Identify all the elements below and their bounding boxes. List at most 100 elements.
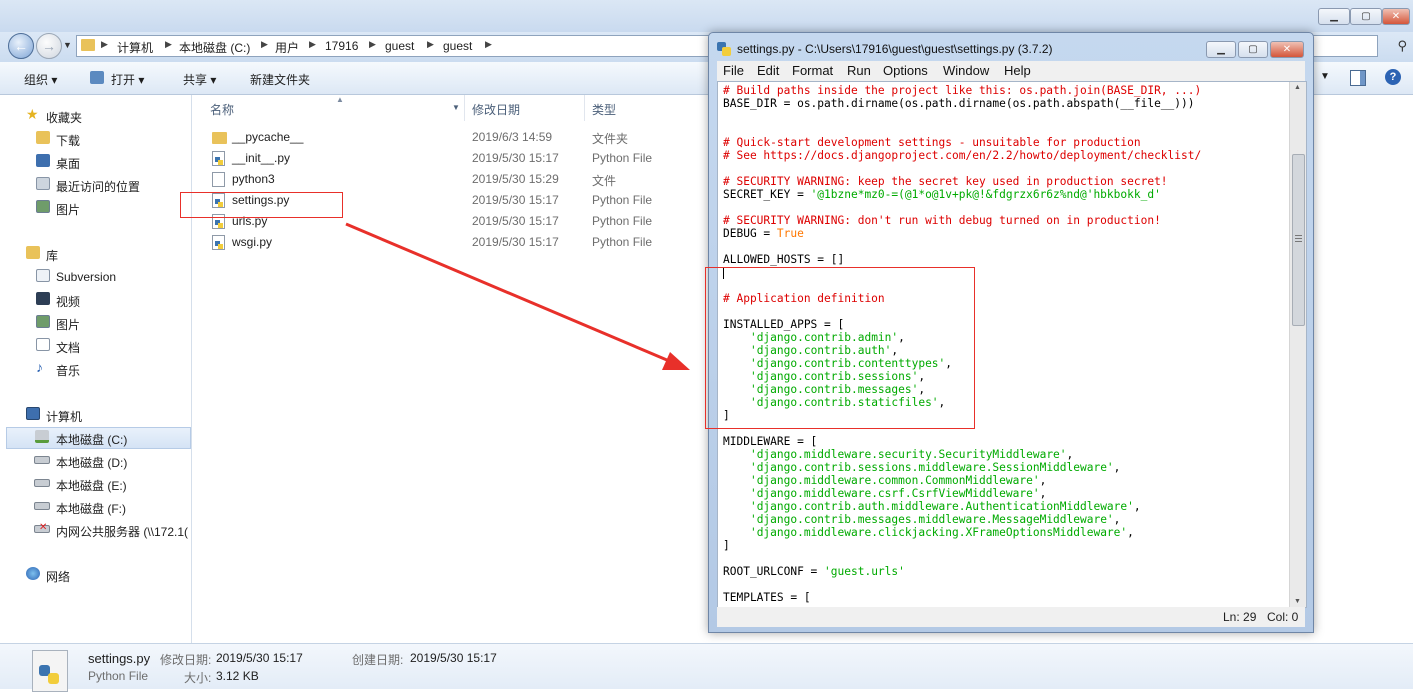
breadcrumb-guest[interactable]: guest bbox=[385, 39, 414, 53]
breadcrumb-separator-icon: ▶ bbox=[101, 39, 108, 49]
view-options-chevron-icon[interactable]: ▼ bbox=[1320, 71, 1330, 82]
idle-maximize-button[interactable]: ▢ bbox=[1238, 41, 1268, 58]
pictures-icon bbox=[36, 315, 50, 328]
sidebar-item-drive-f[interactable]: 本地磁盘 (F:) bbox=[0, 496, 191, 518]
details-filename: settings.py bbox=[88, 651, 151, 666]
idle-close-button[interactable]: ✕ bbox=[1270, 41, 1304, 58]
idle-menubar: File Edit Format Run Options Window Help bbox=[717, 61, 1305, 81]
sidebar-computer-header[interactable]: 计算机 bbox=[0, 404, 191, 426]
file-name: wsgi.py bbox=[232, 235, 273, 249]
forward-button[interactable]: → bbox=[36, 33, 62, 59]
desktop-icon bbox=[36, 154, 50, 167]
menu-run[interactable]: Run bbox=[847, 63, 871, 78]
back-button[interactable]: ← bbox=[8, 33, 34, 59]
python-file-large-icon bbox=[32, 650, 68, 692]
share-button[interactable]: 共享 ▾ bbox=[183, 71, 216, 88]
sidebar-libraries-header[interactable]: 库 bbox=[0, 243, 191, 265]
breadcrumb-guest-current[interactable]: guest bbox=[443, 39, 472, 53]
explorer-titlebar: ▁ ▢ ✕ bbox=[0, 0, 1413, 32]
sidebar-item-subversion[interactable]: Subversion bbox=[0, 266, 191, 288]
details-type: Python File bbox=[88, 669, 149, 683]
breadcrumb-separator-icon: ▶ bbox=[309, 39, 316, 49]
music-icon: ♪ bbox=[36, 359, 43, 375]
breadcrumb-users[interactable]: 用户 bbox=[275, 39, 299, 56]
idle-minimize-button[interactable]: ▁ bbox=[1206, 41, 1236, 58]
sidebar-item-videos[interactable]: 视频 bbox=[0, 289, 191, 311]
column-header-label: 类型 bbox=[592, 103, 617, 117]
vertical-scrollbar[interactable]: ▲ ▼ bbox=[1289, 82, 1306, 607]
sidebar-item-desktop[interactable]: 桌面 bbox=[0, 151, 191, 173]
sidebar-network-header[interactable]: 网络 bbox=[0, 564, 191, 586]
highlight-box-installed-apps bbox=[705, 267, 975, 429]
column-header-date[interactable]: 修改日期 bbox=[464, 95, 585, 121]
menu-options[interactable]: Options bbox=[883, 63, 928, 78]
annotation-arrow bbox=[345, 222, 690, 370]
minimize-button[interactable]: ▁ bbox=[1318, 8, 1350, 25]
file-row[interactable]: python3 2019/5/30 15:29 文件 bbox=[204, 169, 704, 190]
sidebar-item-label: 下载 bbox=[56, 134, 81, 148]
sidebar-item-drive-e[interactable]: 本地磁盘 (E:) bbox=[0, 473, 191, 495]
recent-pages-chevron-icon[interactable]: ▼ bbox=[63, 40, 72, 50]
details-size-value: 3.12 KB bbox=[216, 669, 259, 683]
breadcrumb-user-folder[interactable]: 17916 bbox=[325, 39, 358, 53]
file-type: 文件夹 bbox=[592, 132, 629, 146]
file-type: Python File bbox=[592, 151, 653, 165]
sidebar-item-label: 本地磁盘 (F:) bbox=[56, 502, 126, 516]
breadcrumb-computer[interactable]: 计算机 bbox=[117, 39, 153, 56]
scroll-up-icon[interactable]: ▲ bbox=[1294, 84, 1301, 91]
idle-window-title: settings.py - C:\Users\17916\guest\guest… bbox=[737, 42, 1053, 56]
preview-pane-icon[interactable] bbox=[1350, 70, 1366, 86]
sidebar-item-documents[interactable]: 文档 bbox=[0, 335, 191, 357]
sidebar-item-music[interactable]: ♪ 音乐 bbox=[0, 358, 191, 380]
sidebar-section-label: 收藏夹 bbox=[46, 111, 83, 125]
new-folder-button[interactable]: 新建文件夹 bbox=[250, 71, 310, 88]
library-icon bbox=[26, 246, 40, 259]
arrow-head bbox=[662, 352, 690, 370]
sidebar-item-drive-c[interactable]: 本地磁盘 (C:) bbox=[6, 427, 191, 449]
file-date: 2019/6/3 14:59 bbox=[472, 130, 553, 144]
maximize-button[interactable]: ▢ bbox=[1350, 8, 1382, 25]
close-button[interactable]: ✕ bbox=[1382, 8, 1410, 25]
file-row[interactable]: __pycache__ 2019/6/3 14:59 文件夹 bbox=[204, 127, 704, 148]
column-header-type[interactable]: 类型 bbox=[584, 95, 712, 121]
scroll-down-icon[interactable]: ▼ bbox=[1294, 598, 1301, 605]
highlight-box-settings-file bbox=[180, 192, 343, 218]
help-icon[interactable]: ? bbox=[1385, 69, 1401, 85]
column-dropdown-icon[interactable]: ▼ bbox=[452, 103, 460, 112]
drive-icon bbox=[34, 456, 50, 464]
drive-icon bbox=[34, 479, 50, 487]
sidebar-item-label: 本地磁盘 (C:) bbox=[56, 433, 128, 447]
sidebar-item-label: 桌面 bbox=[56, 157, 81, 171]
details-modified-value: 2019/5/30 15:17 bbox=[216, 651, 303, 665]
file-row[interactable]: __init__.py 2019/5/30 15:17 Python File bbox=[204, 148, 704, 169]
file-date: 2019/5/30 15:17 bbox=[472, 193, 559, 207]
breadcrumb-drive-c[interactable]: 本地磁盘 (C:) bbox=[179, 39, 250, 56]
search-icon[interactable]: ⚲ bbox=[1397, 38, 1407, 54]
file-icon bbox=[212, 172, 225, 187]
file-name: __init__.py bbox=[232, 151, 291, 165]
details-size-label: 大小: bbox=[184, 671, 212, 685]
network-icon bbox=[26, 567, 40, 580]
breadcrumb-separator-icon: ▶ bbox=[369, 39, 376, 49]
menu-window[interactable]: Window bbox=[943, 63, 989, 78]
menu-format[interactable]: Format bbox=[792, 63, 833, 78]
scrollbar-thumb[interactable] bbox=[1292, 154, 1305, 326]
sidebar-favorites-header[interactable]: ★ 收藏夹 bbox=[0, 105, 191, 127]
code-editor[interactable]: # Build paths inside the project like th… bbox=[705, 81, 1307, 608]
sidebar-item-recent-places[interactable]: 最近访问的位置 bbox=[0, 174, 191, 196]
menu-file[interactable]: File bbox=[723, 63, 744, 78]
menu-edit[interactable]: Edit bbox=[757, 63, 779, 78]
column-header-name[interactable]: 名称 ▼ bbox=[202, 95, 465, 121]
sidebar-item-network-drive[interactable]: ✕ 内网公共服务器 (\\172.1( bbox=[0, 519, 191, 541]
videos-icon bbox=[36, 292, 50, 305]
sidebar-item-library-pictures[interactable]: 图片 bbox=[0, 312, 191, 334]
menu-help[interactable]: Help bbox=[1004, 63, 1031, 78]
downloads-folder-icon bbox=[36, 131, 50, 144]
folder-icon bbox=[81, 39, 95, 51]
open-button[interactable]: 打开 ▾ bbox=[111, 71, 144, 88]
sidebar-item-drive-d[interactable]: 本地磁盘 (D:) bbox=[0, 450, 191, 472]
sidebar-item-downloads[interactable]: 下载 bbox=[0, 128, 191, 150]
sidebar-item-pictures[interactable]: 图片 bbox=[0, 197, 191, 219]
organize-button[interactable]: 组织 ▾ bbox=[24, 71, 57, 88]
idle-editor-window: settings.py - C:\Users\17916\guest\guest… bbox=[705, 32, 1314, 633]
